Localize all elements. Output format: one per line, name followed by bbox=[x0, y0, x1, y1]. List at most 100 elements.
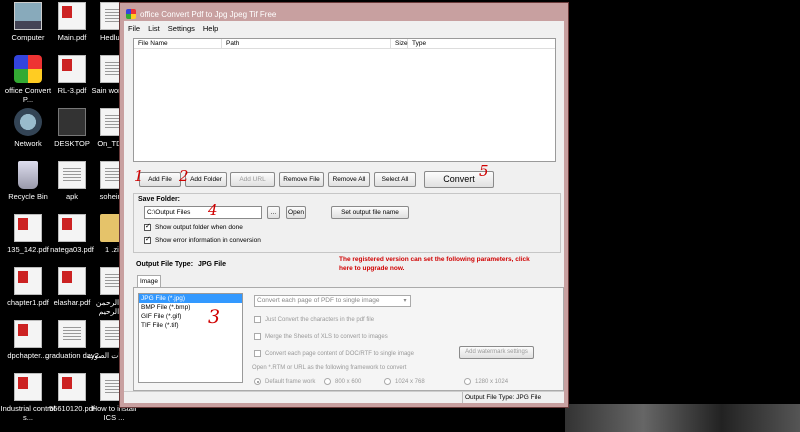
set-output-name-button[interactable]: Set output file name bbox=[331, 206, 409, 219]
frame-default-row[interactable]: Default frame work bbox=[254, 378, 315, 385]
desktop-item-label: DESKTOP bbox=[54, 139, 90, 148]
pdf-file-icon bbox=[58, 214, 86, 242]
just-convert-chars-row[interactable]: Just Convert the characters in the pdf f… bbox=[254, 316, 374, 323]
save-folder-input[interactable]: C:\Output Files bbox=[144, 206, 262, 219]
menu-file[interactable]: File bbox=[128, 24, 140, 33]
annotation-1: 1 bbox=[134, 167, 144, 185]
pdf-file-icon bbox=[14, 320, 42, 348]
app-logo-icon bbox=[126, 9, 136, 19]
save-folder-label: Save Folder: bbox=[138, 196, 181, 203]
show-output-folder-checkbox[interactable] bbox=[144, 222, 151, 231]
convert-doc-pages-row[interactable]: Convert each page content of DOC/RTF to … bbox=[254, 350, 414, 357]
pdf-file-icon bbox=[58, 267, 86, 295]
show-error-info-label: Show error information in conversion bbox=[155, 237, 261, 244]
desktop-item-label: chapter1.pdf bbox=[7, 298, 49, 307]
pdf-file-icon bbox=[58, 2, 86, 30]
page-mode-select[interactable]: Convert each page of PDF to single image… bbox=[254, 295, 411, 307]
desktop-item-label: elashar.pdf bbox=[53, 298, 91, 307]
frame-1280-radio[interactable] bbox=[464, 378, 471, 385]
app-icon bbox=[14, 55, 42, 83]
desktop-item-label: apk bbox=[65, 192, 79, 201]
frame-default-radio[interactable] bbox=[254, 378, 261, 385]
app-window: office Convert Pdf to Jpg Jpeg Tif Free … bbox=[119, 2, 569, 408]
window-client: File List Settings Help File Name Path S… bbox=[124, 21, 564, 403]
add-file-button[interactable]: Add File bbox=[139, 172, 181, 187]
window-title: office Convert Pdf to Jpg Jpeg Tif Free bbox=[140, 9, 277, 19]
show-output-folder-label: Show output folder when done bbox=[155, 224, 243, 231]
frame-1280-label: 1280 x 1024 bbox=[475, 378, 509, 385]
pdf-file-icon bbox=[14, 214, 42, 242]
document-icon bbox=[58, 161, 86, 189]
output-file-type: Output File Type: JPG File bbox=[136, 261, 226, 268]
page-mode-value: Convert each page of PDF to single image bbox=[257, 297, 380, 304]
tab-image[interactable]: Image bbox=[137, 275, 161, 287]
menu-help[interactable]: Help bbox=[203, 24, 218, 33]
menu-bar: File List Settings Help bbox=[124, 21, 564, 35]
title-bar[interactable]: office Convert Pdf to Jpg Jpeg Tif Free bbox=[124, 7, 564, 21]
desktop-item-label: RL-3.pdf bbox=[57, 86, 87, 95]
desktop-item-label: dpchapter.... bbox=[7, 351, 49, 360]
remove-file-button[interactable]: Remove File bbox=[279, 172, 324, 187]
frame-800-radio[interactable] bbox=[324, 378, 331, 385]
file-list[interactable]: File Name Path Size Type bbox=[133, 38, 556, 162]
output-file-type-value: JPG File bbox=[198, 261, 227, 268]
desktop-item-label: 135_142.pdf bbox=[7, 245, 49, 254]
frame-800-row[interactable]: 800 x 600 bbox=[324, 378, 361, 385]
folder-icon bbox=[58, 108, 86, 136]
just-convert-chars-label: Just Convert the characters in the pdf f… bbox=[265, 316, 375, 323]
annotation-5: 5 bbox=[479, 162, 489, 180]
status-bar: Output File Type: JPG File bbox=[124, 391, 564, 403]
frame-caption: Open *.RTM or URL as the following frame… bbox=[252, 365, 407, 371]
file-type-jpg[interactable]: JPG File (*.jpg) bbox=[139, 294, 242, 303]
convert-doc-pages-checkbox[interactable] bbox=[254, 350, 261, 357]
desktop-item-label: Computer bbox=[11, 33, 45, 42]
show-error-info-row[interactable]: Show error information in conversion bbox=[144, 235, 261, 244]
menu-settings[interactable]: Settings bbox=[168, 24, 195, 33]
network-icon bbox=[14, 108, 42, 136]
background-photo bbox=[565, 404, 800, 432]
desktop-item-label: Network bbox=[14, 139, 42, 148]
remove-all-button[interactable]: Remove All bbox=[328, 172, 370, 187]
file-list-header: File Name Path Size Type bbox=[134, 39, 555, 49]
column-path[interactable]: Path bbox=[222, 39, 391, 48]
add-folder-button[interactable]: Add Folder bbox=[185, 172, 227, 187]
pdf-file-icon bbox=[14, 373, 42, 401]
merge-sheets-checkbox[interactable] bbox=[254, 333, 261, 340]
annotation-2: 2 bbox=[179, 167, 189, 185]
convert-doc-pages-label: Convert each page content of DOC/RTF to … bbox=[265, 350, 414, 357]
frame-1024-row[interactable]: 1024 x 768 bbox=[384, 378, 425, 385]
save-folder-group: Save Folder: C:\Output Files ... Open Se… bbox=[133, 193, 561, 253]
column-size[interactable]: Size bbox=[391, 39, 408, 48]
status-output-type: Output File Type: JPG File bbox=[462, 392, 541, 403]
watermark-settings-button[interactable]: Add watermark settings bbox=[459, 346, 534, 359]
pdf-file-icon bbox=[58, 55, 86, 83]
merge-sheets-label: Merge the Sheets of XLS to convert to im… bbox=[265, 333, 388, 340]
menu-list[interactable]: List bbox=[148, 24, 160, 33]
file-type-bmp[interactable]: BMP File (*.bmp) bbox=[139, 303, 242, 312]
desktop-item-label: Main.pdf bbox=[57, 33, 87, 42]
frame-default-label: Default frame work bbox=[265, 378, 316, 385]
frame-1280-row[interactable]: 1280 x 1024 bbox=[464, 378, 508, 385]
show-output-folder-row[interactable]: Show output folder when done bbox=[144, 222, 243, 231]
just-convert-chars-checkbox[interactable] bbox=[254, 316, 261, 323]
file-type-gif[interactable]: GIF File (*.gif) bbox=[139, 312, 242, 321]
file-type-tif[interactable]: TIF File (*.tif) bbox=[139, 321, 242, 330]
recycle-bin-icon bbox=[18, 161, 38, 189]
frame-1024-label: 1024 x 768 bbox=[395, 378, 425, 385]
output-file-type-label: Output File Type: bbox=[136, 261, 194, 268]
select-all-button[interactable]: Select All bbox=[374, 172, 416, 187]
frame-1024-radio[interactable] bbox=[384, 378, 391, 385]
merge-sheets-row[interactable]: Merge the Sheets of XLS to convert to im… bbox=[254, 333, 388, 340]
chevron-down-icon: ▾ bbox=[403, 298, 407, 304]
show-error-info-checkbox[interactable] bbox=[144, 235, 151, 244]
annotation-4: 4 bbox=[208, 201, 218, 219]
upgrade-notice[interactable]: The registered version can set the follo… bbox=[339, 255, 539, 273]
desktop-item-label: Recycle Bin bbox=[8, 192, 48, 201]
column-type[interactable]: Type bbox=[408, 39, 468, 48]
open-folder-button[interactable]: Open bbox=[286, 206, 306, 219]
add-url-button[interactable]: Add URL bbox=[230, 172, 275, 187]
file-type-list[interactable]: JPG File (*.jpg) BMP File (*.bmp) GIF Fi… bbox=[138, 293, 243, 383]
column-file-name[interactable]: File Name bbox=[134, 39, 222, 48]
pdf-file-icon bbox=[58, 373, 86, 401]
browse-button[interactable]: ... bbox=[267, 206, 280, 219]
